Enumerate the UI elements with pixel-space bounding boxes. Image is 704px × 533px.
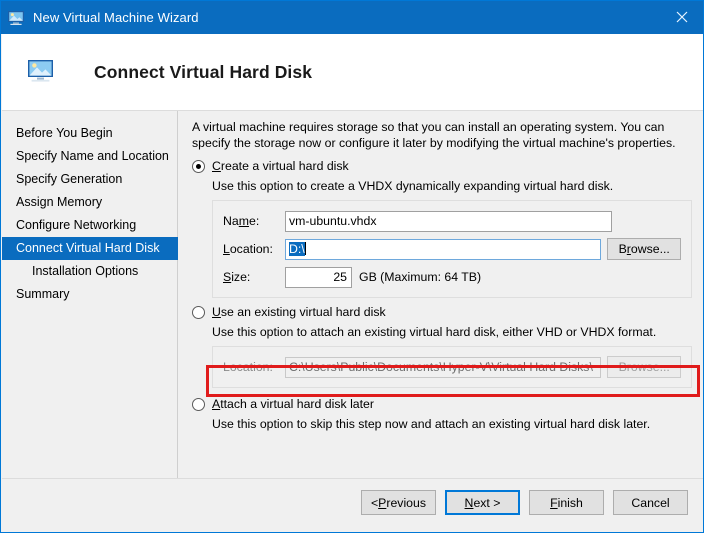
radio-attach-virtual-hard-disk-later[interactable]: Attach a virtual hard disk later bbox=[192, 397, 692, 412]
sidebar-item-specify-name-and-location[interactable]: Specify Name and Location bbox=[2, 145, 177, 168]
option-attach-virtual-hard-disk-later: Attach a virtual hard disk later Use thi… bbox=[192, 397, 692, 432]
finish-button[interactable]: Finish bbox=[529, 490, 604, 515]
option-use-existing-virtual-hard-disk: Use an existing virtual hard disk Use th… bbox=[192, 305, 692, 388]
location-field-row: Location: D:\ Br owse... bbox=[223, 238, 681, 260]
sidebar-item-summary[interactable]: Summary bbox=[2, 283, 177, 306]
browse-button-existing[interactable]: Browse... bbox=[607, 356, 681, 378]
radio-use-existing-virtual-hard-disk[interactable]: Use an existing virtual hard disk bbox=[192, 305, 692, 320]
previous-button[interactable]: < Previous bbox=[361, 490, 436, 515]
radio-label-attach-virtual-hard-disk-later: Attach a virtual hard disk later bbox=[212, 397, 374, 411]
size-label: Size: bbox=[223, 270, 251, 284]
sidebar-item-installation-options[interactable]: Installation Options bbox=[2, 260, 177, 283]
text-caret bbox=[304, 241, 306, 255]
sidebar-item-specify-generation[interactable]: Specify Generation bbox=[2, 168, 177, 191]
existing-location-input[interactable]: C:\Users\Public\Documents\Hyper-V\Virtua… bbox=[285, 356, 602, 378]
size-units-label: GB (Maximum: 64 TB) bbox=[359, 270, 482, 284]
location-selected-text: D:\ bbox=[289, 241, 305, 256]
virtual-machine-icon bbox=[7, 9, 25, 27]
title-bar: New Virtual Machine Wizard bbox=[1, 1, 703, 34]
radio-indicator[interactable] bbox=[192, 306, 205, 319]
wizard-footer: < Previous Next > Finish Cancel bbox=[2, 478, 703, 532]
page-header: Connect Virtual Hard Disk bbox=[2, 34, 703, 111]
attach-later-option-description: Use this option to skip this step now an… bbox=[212, 417, 651, 431]
name-label: Name: bbox=[223, 214, 260, 228]
intro-description: A virtual machine requires storage so th… bbox=[192, 120, 676, 150]
wizard-body: Before You Begin Specify Name and Locati… bbox=[2, 111, 703, 478]
create-disk-field-group: Name: vm-ubuntu.vhdx Location: D:\ Br ows… bbox=[212, 200, 692, 298]
page-title: Connect Virtual Hard Disk bbox=[94, 61, 313, 82]
existing-location-field-row: Location: C:\Users\Public\Documents\Hype… bbox=[223, 356, 681, 378]
create-option-description: Use this option to create a VHDX dynamic… bbox=[212, 179, 614, 193]
location-input[interactable]: D:\ bbox=[285, 238, 602, 260]
sidebar-item-assign-memory[interactable]: Assign Memory bbox=[2, 191, 177, 214]
size-field-row: Size: 25 GB (Maximum: 64 TB) bbox=[223, 266, 681, 288]
radio-label-create-virtual-hard-disk: Create a virtual hard disk bbox=[212, 159, 349, 173]
wizard-main-pane: A virtual machine requires storage so th… bbox=[179, 111, 703, 478]
location-label: Location: bbox=[223, 242, 273, 256]
name-input[interactable]: vm-ubuntu.vhdx bbox=[285, 210, 612, 232]
radio-indicator[interactable] bbox=[192, 398, 205, 411]
new-virtual-machine-wizard-window: New Virtual Machine Wizard Connect Virtu… bbox=[0, 0, 704, 533]
next-button[interactable]: Next > bbox=[445, 490, 520, 515]
wizard-step-list: Before You Begin Specify Name and Locati… bbox=[2, 111, 178, 478]
radio-create-virtual-hard-disk[interactable]: Create a virtual hard disk bbox=[192, 159, 692, 174]
name-field-row: Name: vm-ubuntu.vhdx bbox=[223, 210, 681, 232]
sidebar-item-connect-virtual-hard-disk[interactable]: Connect Virtual Hard Disk bbox=[2, 237, 178, 260]
close-icon[interactable] bbox=[659, 1, 703, 33]
window-title: New Virtual Machine Wizard bbox=[33, 10, 199, 25]
existing-disk-field-group: Location: C:\Users\Public\Documents\Hype… bbox=[212, 346, 692, 388]
sidebar-item-before-you-begin[interactable]: Before You Begin bbox=[2, 122, 177, 145]
virtual-hard-disk-icon bbox=[26, 59, 56, 85]
size-input[interactable]: 25 bbox=[285, 266, 352, 288]
existing-location-label: Location: bbox=[223, 360, 273, 374]
browse-button-create[interactable]: Br owse... bbox=[607, 238, 681, 260]
existing-option-description: Use this option to attach an existing vi… bbox=[212, 325, 657, 339]
radio-label-use-existing-virtual-hard-disk: Use an existing virtual hard disk bbox=[212, 305, 386, 319]
cancel-button[interactable]: Cancel bbox=[613, 490, 688, 515]
sidebar-item-configure-networking[interactable]: Configure Networking bbox=[2, 214, 177, 237]
option-create-virtual-hard-disk: Create a virtual hard disk Use this opti… bbox=[192, 159, 692, 298]
footer-button-bar: < Previous Next > Finish Cancel bbox=[361, 490, 688, 515]
radio-indicator[interactable] bbox=[192, 160, 205, 173]
